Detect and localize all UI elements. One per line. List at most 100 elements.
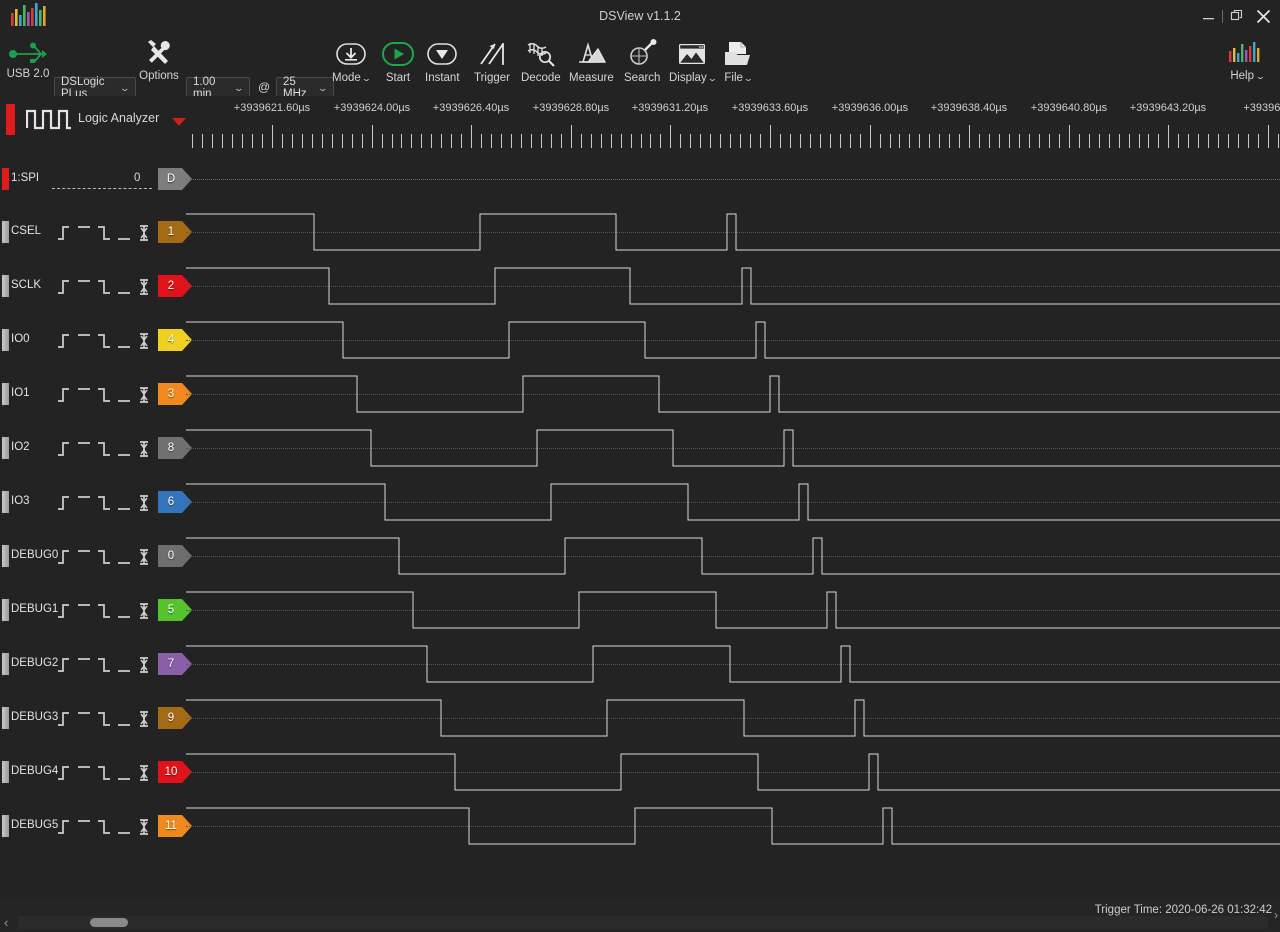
start-button[interactable]: Start [381, 38, 415, 84]
ruler-minor-tick [949, 134, 950, 148]
mode-label: Mode [332, 72, 361, 84]
usb-status-button[interactable]: USB 2.0 [2, 38, 54, 80]
trigger-condition-icons[interactable] [56, 219, 152, 245]
time-ruler[interactable]: +3939621.60µs +3939624.00µs +3939626.40µs +… [186, 96, 1280, 154]
channel-color-bar[interactable] [2, 329, 9, 351]
trigger-condition-icons[interactable] [56, 489, 152, 515]
trigger-condition-icons[interactable] [56, 435, 152, 461]
trigger-condition-icons[interactable] [56, 813, 152, 839]
ruler-minor-tick [551, 134, 552, 148]
file-button[interactable]: File ⌄ [722, 38, 754, 84]
ruler-minor-tick [1119, 134, 1120, 148]
search-label: Search [624, 72, 661, 84]
scrollbar-thumb[interactable] [90, 918, 128, 927]
decode-label: Decode [521, 72, 561, 84]
ruler-minor-tick [710, 134, 711, 148]
channel-badge[interactable]: 11 [158, 815, 192, 837]
ruler-major-tick [1069, 125, 1070, 148]
decoder-color-bar[interactable] [2, 168, 9, 190]
channel-name-label: SCLK [11, 279, 42, 291]
channel-color-bar[interactable] [2, 545, 9, 567]
channel-badge[interactable]: 2 [158, 275, 192, 297]
minimize-button[interactable] [1195, 4, 1221, 28]
decoder-badge[interactable]: D [158, 168, 192, 190]
channel-color-bar[interactable] [2, 761, 9, 783]
decode-button[interactable]: Decode [521, 38, 561, 84]
ruler-minor-tick [362, 134, 363, 148]
channel-color-bar[interactable] [2, 653, 9, 675]
trigger-condition-icons[interactable] [56, 597, 152, 623]
wrench-screwdriver-icon [137, 38, 181, 68]
ruler-major-tick [571, 125, 572, 148]
trigger-condition-icons[interactable] [56, 381, 152, 407]
ruler-minor-tick [1258, 134, 1259, 148]
channel-badge[interactable]: 5 [158, 599, 192, 621]
ruler-minor-tick [720, 134, 721, 148]
ruler-minor-tick [511, 134, 512, 148]
ruler-minor-tick [421, 134, 422, 148]
ruler-label: +3939643.20µs [1129, 102, 1207, 114]
options-button[interactable]: Options [137, 38, 181, 82]
channel-color-bar[interactable] [2, 707, 9, 729]
ruler-minor-tick [282, 134, 283, 148]
trigger-condition-icons[interactable] [56, 705, 152, 731]
help-button[interactable]: Help ⌄ [1222, 38, 1272, 82]
search-button[interactable]: Search [624, 38, 660, 84]
ruler-minor-tick [431, 134, 432, 148]
channel-badge[interactable]: 4 [158, 329, 192, 351]
decoder-name: 1:SPI [11, 172, 40, 184]
channel-badge[interactable]: 9 [158, 707, 192, 729]
channel-badge[interactable]: 3 [158, 383, 192, 405]
search-icon [626, 38, 658, 70]
waveform-logo-icon [1222, 38, 1272, 68]
display-button[interactable]: Display ⌄ [669, 38, 717, 84]
ruler-minor-tick [899, 134, 900, 148]
ruler-major-tick [770, 125, 771, 148]
ruler-minor-tick [690, 134, 691, 148]
decoder-dashed-line [52, 188, 152, 189]
mode-button[interactable]: Mode ⌄ [332, 38, 371, 84]
channel-color-bar[interactable] [2, 221, 9, 243]
scroll-left-button[interactable]: ‹ [4, 915, 8, 930]
title-bar: DSView v1.1.2 [0, 0, 1280, 34]
channel-badge[interactable]: 8 [158, 437, 192, 459]
channel-badge[interactable]: 6 [158, 491, 192, 513]
channel-badge[interactable]: 7 [158, 653, 192, 675]
waveform-area[interactable]: 1:SPI 0 D CSEL 1 SCLK 2 IO0 4 IO1 3 IO2 … [0, 156, 1280, 900]
channel-badge[interactable]: 1 [158, 221, 192, 243]
channel-color-bar[interactable] [2, 491, 9, 513]
scroll-right-button[interactable]: › [1274, 908, 1278, 922]
ruler-minor-tick [1248, 134, 1249, 148]
channel-badge-label: 6 [167, 496, 175, 508]
channel-color-bar[interactable] [2, 815, 9, 837]
ruler-minor-tick [631, 134, 632, 148]
channel-color-bar[interactable] [2, 275, 9, 297]
trigger-condition-icons[interactable] [56, 651, 152, 677]
channel-badge[interactable]: 0 [158, 545, 192, 567]
ruler-minor-tick [790, 134, 791, 148]
channel-name-label: DEBUG2 [11, 657, 59, 669]
help-label: Help [1230, 70, 1254, 82]
channel-color-bar[interactable] [2, 383, 9, 405]
channel-badge[interactable]: 10 [158, 761, 192, 783]
dsview-window: DSView v1.1.2 USB 2.0 DSLogic PLus ⌄ Opt… [0, 0, 1280, 932]
restore-button[interactable] [1224, 4, 1250, 28]
trigger-condition-icons[interactable] [56, 273, 152, 299]
trigger-button[interactable]: Trigger [474, 38, 510, 84]
measure-button[interactable]: Measure [569, 38, 614, 84]
chevron-down-icon: ⌄ [1254, 71, 1266, 81]
trigger-condition-icons[interactable] [56, 543, 152, 569]
caret-down-icon[interactable] [172, 118, 186, 126]
instant-button[interactable]: Instant [425, 38, 460, 84]
ruler-minor-tick [591, 134, 592, 148]
ruler-minor-tick [322, 134, 323, 148]
play-icon [381, 38, 415, 70]
channel-color-bar[interactable] [2, 437, 9, 459]
trigger-condition-icons[interactable] [56, 327, 152, 353]
channel-color-bar[interactable] [2, 599, 9, 621]
close-button[interactable] [1250, 4, 1276, 28]
horizontal-scrollbar[interactable] [18, 916, 1268, 929]
trigger-condition-icons[interactable] [56, 759, 152, 785]
ruler-minor-tick [352, 134, 353, 148]
ruler-minor-tick [1148, 134, 1149, 148]
